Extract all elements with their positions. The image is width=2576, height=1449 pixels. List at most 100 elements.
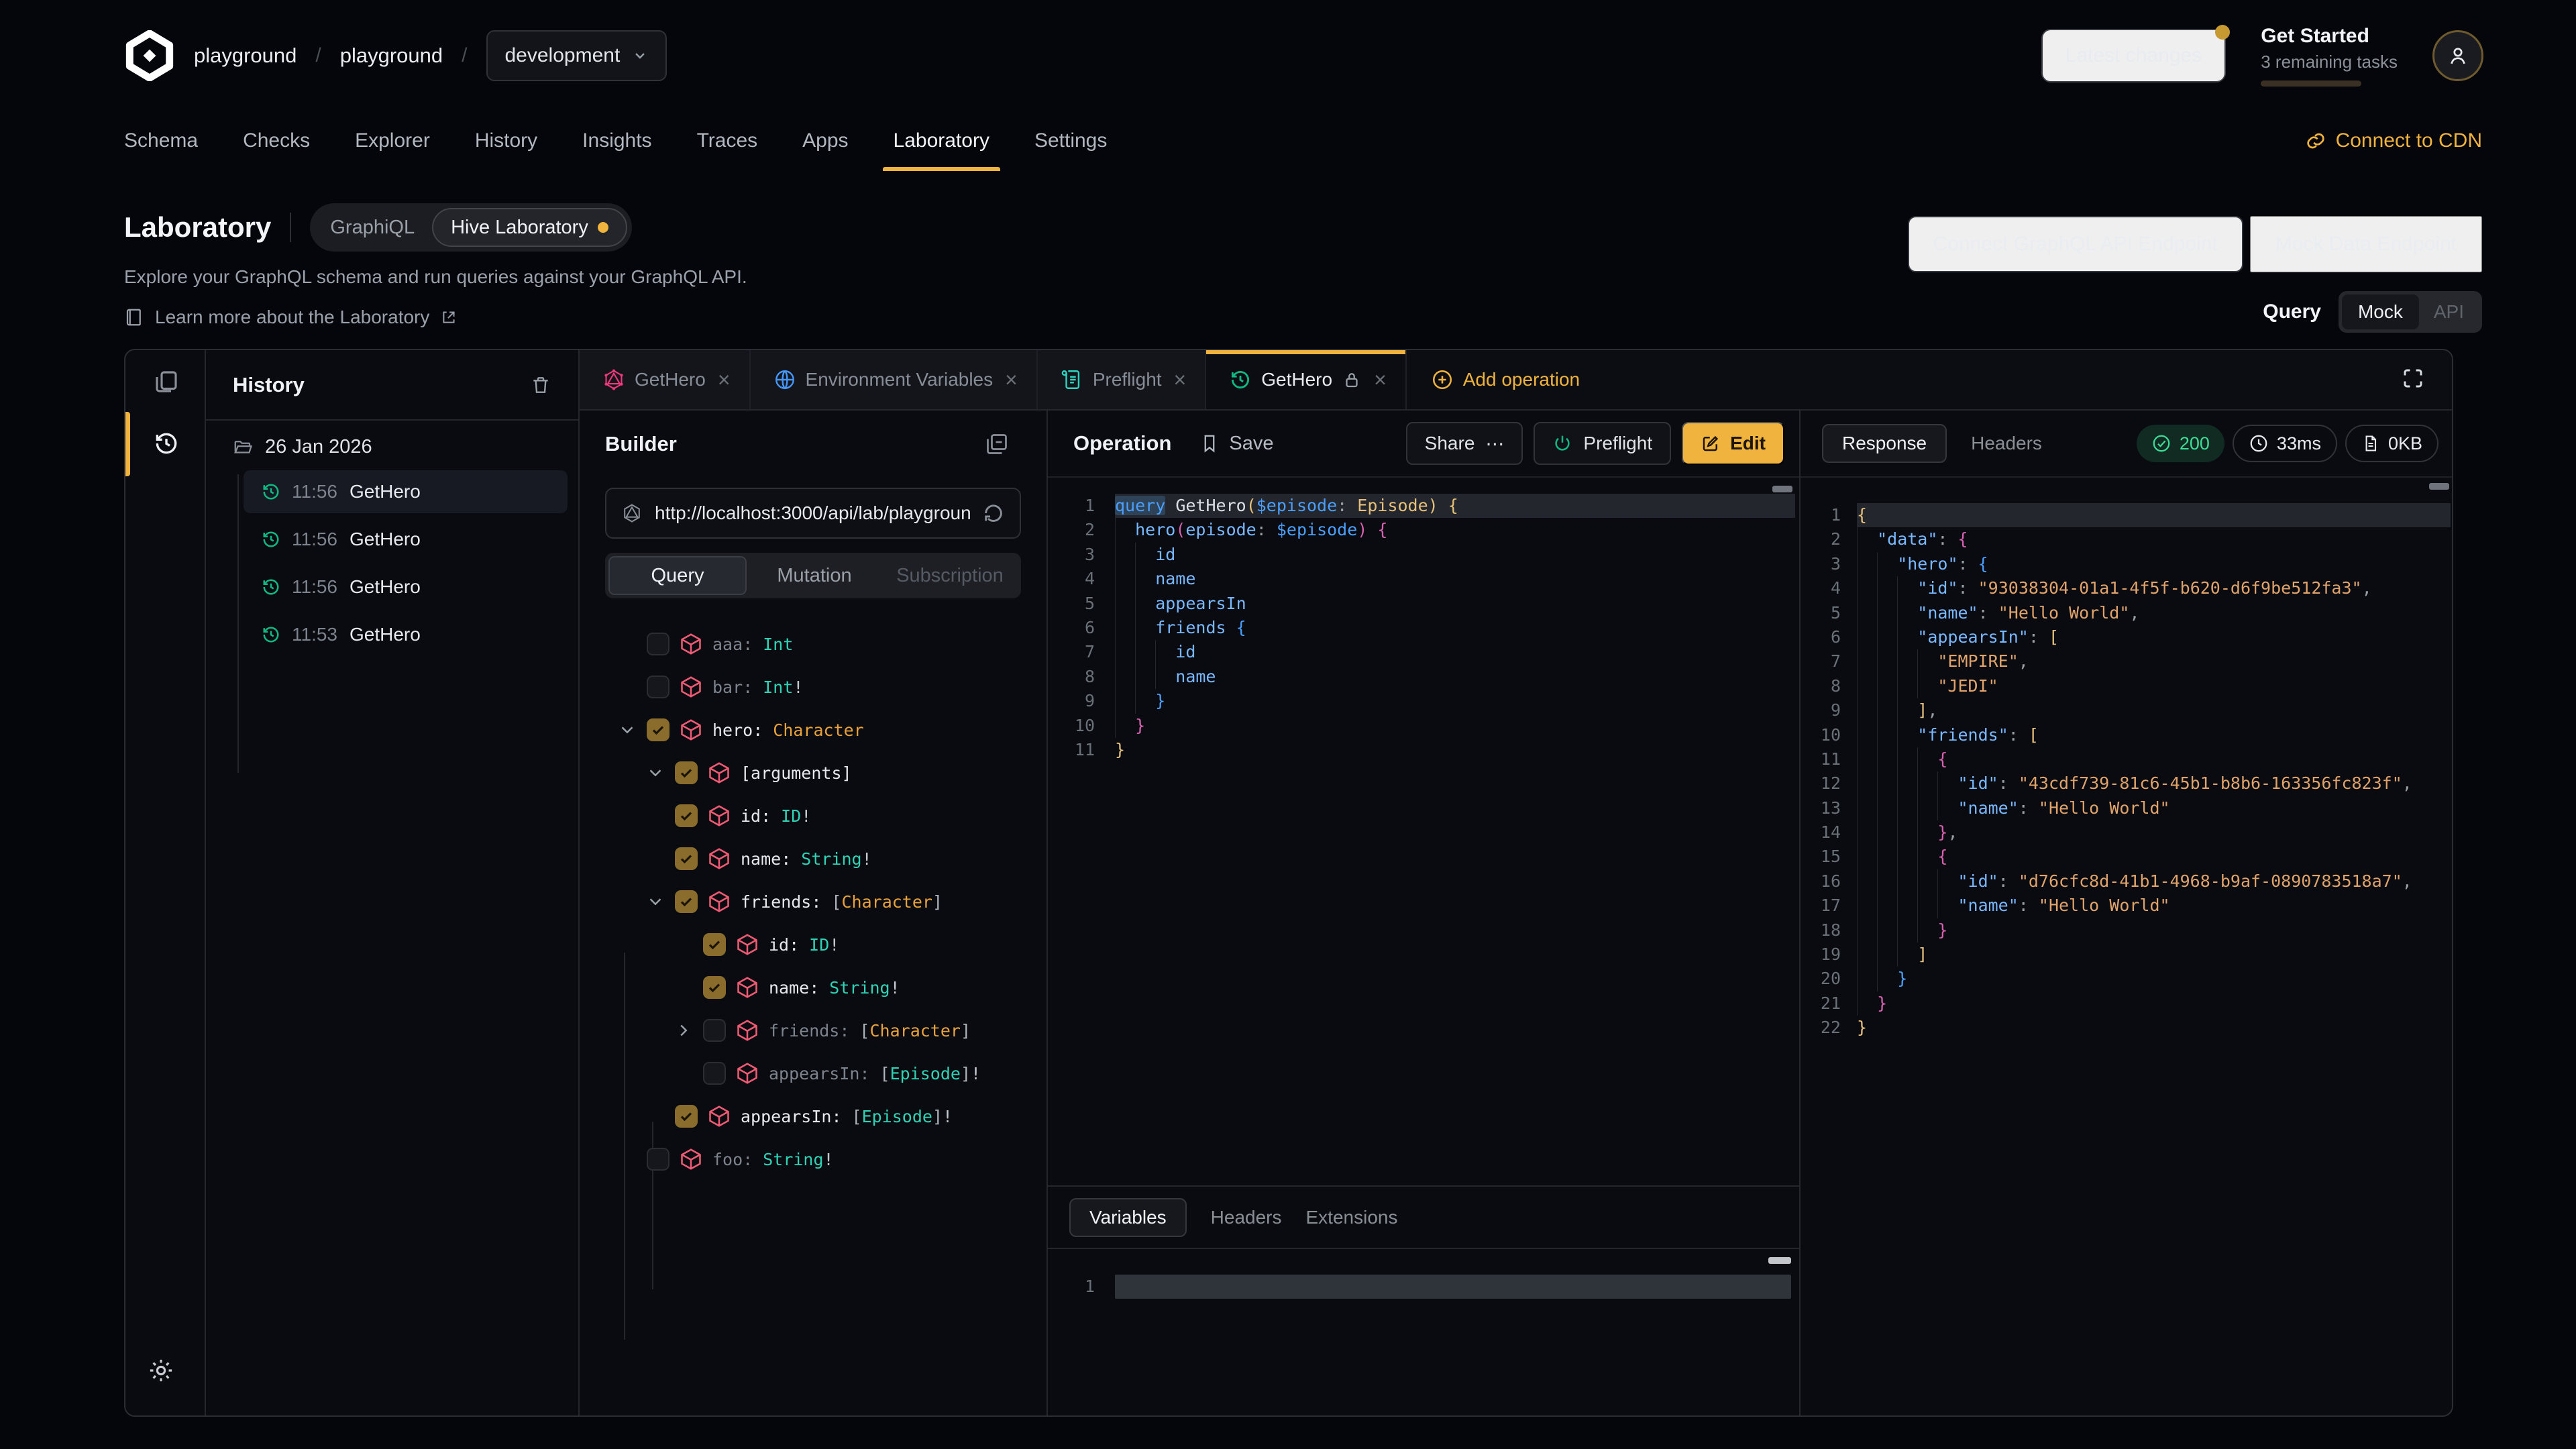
- code-line[interactable]: 9 }: [1048, 689, 1799, 713]
- field-checkbox[interactable]: [703, 1062, 726, 1085]
- close-icon[interactable]: ×: [1374, 368, 1387, 392]
- code-line[interactable]: 11 {: [1801, 747, 2453, 771]
- collapse-panel-icon[interactable]: [985, 432, 1009, 456]
- chevron-down-icon[interactable]: [674, 1020, 703, 1040]
- code-line[interactable]: 16 "id": "d76cfc8d-41b1-4968-b9af-089078…: [1801, 869, 2453, 894]
- builder-tree-row[interactable]: foo: String!: [580, 1138, 1046, 1181]
- add-operation-button[interactable]: Add operation: [1407, 350, 1604, 409]
- code-line[interactable]: 2 "data": {: [1801, 527, 2453, 551]
- fullscreen-icon[interactable]: [2401, 366, 2425, 390]
- tab-headers[interactable]: Headers: [1211, 1207, 1282, 1228]
- builder-tree-row[interactable]: name: String!: [580, 837, 1046, 880]
- tab-mutation[interactable]: Mutation: [747, 556, 882, 595]
- code-line[interactable]: 22}: [1801, 1016, 2453, 1040]
- field-checkbox[interactable]: [703, 1019, 726, 1042]
- empty-line[interactable]: [1115, 1275, 1791, 1299]
- nav-tab[interactable]: Explorer: [355, 111, 430, 171]
- operations-collection-icon[interactable]: [152, 368, 180, 396]
- breadcrumb-org[interactable]: playground: [194, 44, 297, 68]
- hive-logo-icon[interactable]: [124, 30, 175, 81]
- code-line[interactable]: 6 friends {: [1048, 616, 1799, 640]
- builder-tree-row[interactable]: [arguments]: [580, 751, 1046, 794]
- history-entry[interactable]: 11:53 GetHero: [244, 613, 568, 656]
- code-line[interactable]: 20 }: [1801, 967, 2453, 991]
- tab-response-headers[interactable]: Headers: [1971, 433, 2042, 454]
- nav-tab[interactable]: Schema: [124, 111, 198, 171]
- tab-query[interactable]: Query: [608, 556, 747, 595]
- code-line[interactable]: 10 "friends": [: [1801, 723, 2453, 747]
- code-line[interactable]: 19 ]: [1801, 943, 2453, 967]
- tab-gethero[interactable]: GetHero ×: [580, 350, 751, 409]
- environment-select[interactable]: development: [486, 30, 667, 81]
- field-checkbox[interactable]: [647, 1148, 669, 1171]
- field-checkbox[interactable]: [675, 761, 698, 784]
- code-line[interactable]: 4 name: [1048, 567, 1799, 591]
- builder-tree-row[interactable]: appearsIn: [Episode]!: [580, 1052, 1046, 1095]
- history-entry[interactable]: 11:56 GetHero: [244, 518, 568, 561]
- code-line[interactable]: 10 }: [1048, 714, 1799, 738]
- field-checkbox[interactable]: [703, 976, 726, 999]
- builder-tree-row[interactable]: name: String!: [580, 966, 1046, 1009]
- code-line[interactable]: 17 "name": "Hello World": [1801, 894, 2453, 918]
- tab-preflight[interactable]: Preflight ×: [1038, 350, 1206, 409]
- share-button[interactable]: Share ⋯: [1406, 422, 1523, 465]
- endpoint-url-value[interactable]: http://localhost:3000/api/lab/playground: [655, 502, 970, 524]
- builder-tree-row[interactable]: friends: [Character]: [580, 880, 1046, 923]
- close-icon[interactable]: ×: [718, 368, 731, 392]
- save-button[interactable]: Save: [1199, 433, 1273, 455]
- mock-endpoint-button[interactable]: Mock Data Endpoint: [2250, 216, 2482, 272]
- builder-tree-row[interactable]: id: ID!: [580, 923, 1046, 966]
- code-line[interactable]: 21 }: [1801, 991, 2453, 1016]
- nav-tab[interactable]: Traces: [697, 111, 758, 171]
- code-line[interactable]: 15 {: [1801, 845, 2453, 869]
- field-checkbox[interactable]: [647, 718, 669, 741]
- history-date-group[interactable]: 26 Jan 2026: [233, 436, 372, 458]
- field-checkbox[interactable]: [675, 847, 698, 870]
- code-line[interactable]: 9 ],: [1801, 698, 2453, 722]
- code-line[interactable]: 11}: [1048, 738, 1799, 762]
- scrollbar-thumb[interactable]: [1772, 486, 1792, 492]
- code-line[interactable]: 2 hero(episode: $episode) {: [1048, 518, 1799, 542]
- nav-tab[interactable]: History: [475, 111, 537, 171]
- scrollbar-thumb[interactable]: [2429, 483, 2449, 490]
- refresh-icon[interactable]: [982, 502, 1005, 525]
- code-line[interactable]: 6 "appearsIn": [: [1801, 625, 2453, 649]
- chevron-down-icon[interactable]: [645, 763, 675, 783]
- connect-endpoint-button[interactable]: Connect GraphQL API Endpoint: [1908, 216, 2243, 272]
- edit-button[interactable]: Edit: [1682, 422, 1784, 465]
- field-checkbox[interactable]: [675, 890, 698, 913]
- settings-gear-icon[interactable]: [147, 1356, 175, 1385]
- field-checkbox[interactable]: [675, 1105, 698, 1128]
- close-icon[interactable]: ×: [1174, 368, 1187, 392]
- mode-mock[interactable]: Mock: [2342, 294, 2419, 329]
- more-options-icon[interactable]: ⋯: [1485, 433, 1504, 455]
- code-line[interactable]: 18 }: [1801, 918, 2453, 943]
- history-entry[interactable]: 11:56 GetHero: [244, 566, 568, 608]
- tab-response[interactable]: Response: [1822, 424, 1947, 463]
- code-line[interactable]: 8 "JEDI": [1801, 674, 2453, 698]
- toggle-graphiql[interactable]: GraphiQL: [330, 217, 415, 239]
- builder-tree-row[interactable]: bar: Int!: [580, 665, 1046, 708]
- tab-extensions[interactable]: Extensions: [1306, 1207, 1398, 1228]
- builder-tree-row[interactable]: id: ID!: [580, 794, 1046, 837]
- history-entry[interactable]: 11:56 GetHero: [244, 470, 568, 513]
- close-icon[interactable]: ×: [1005, 368, 1018, 392]
- field-checkbox[interactable]: [703, 933, 726, 956]
- user-avatar[interactable]: [2432, 30, 2483, 81]
- mode-api[interactable]: API: [2419, 294, 2479, 329]
- nav-tab[interactable]: Checks: [243, 111, 310, 171]
- code-line[interactable]: 4 "id": "93038304-01a1-4f5f-b620-d6f9be5…: [1801, 576, 2453, 600]
- scrollbar-thumb[interactable]: [1768, 1257, 1791, 1264]
- code-line[interactable]: 5 appearsIn: [1048, 592, 1799, 616]
- toggle-hive-laboratory[interactable]: Hive Laboratory: [432, 208, 627, 247]
- field-checkbox[interactable]: [647, 633, 669, 655]
- code-line[interactable]: 14 },: [1801, 820, 2453, 845]
- code-line[interactable]: 12 "id": "43cdf739-81c6-45b1-b8b6-163356…: [1801, 771, 2453, 796]
- latest-changes-button[interactable]: Latest changes: [2041, 29, 2226, 83]
- connect-to-cdn-link[interactable]: Connect to CDN: [2305, 111, 2482, 171]
- code-line[interactable]: 3 "hero": {: [1801, 552, 2453, 576]
- builder-tree-row[interactable]: appearsIn: [Episode]!: [580, 1095, 1046, 1138]
- code-line[interactable]: 1: [1048, 1275, 1799, 1299]
- endpoint-url-input[interactable]: http://localhost:3000/api/lab/playground: [605, 488, 1021, 539]
- breadcrumb-project[interactable]: playground: [340, 44, 443, 68]
